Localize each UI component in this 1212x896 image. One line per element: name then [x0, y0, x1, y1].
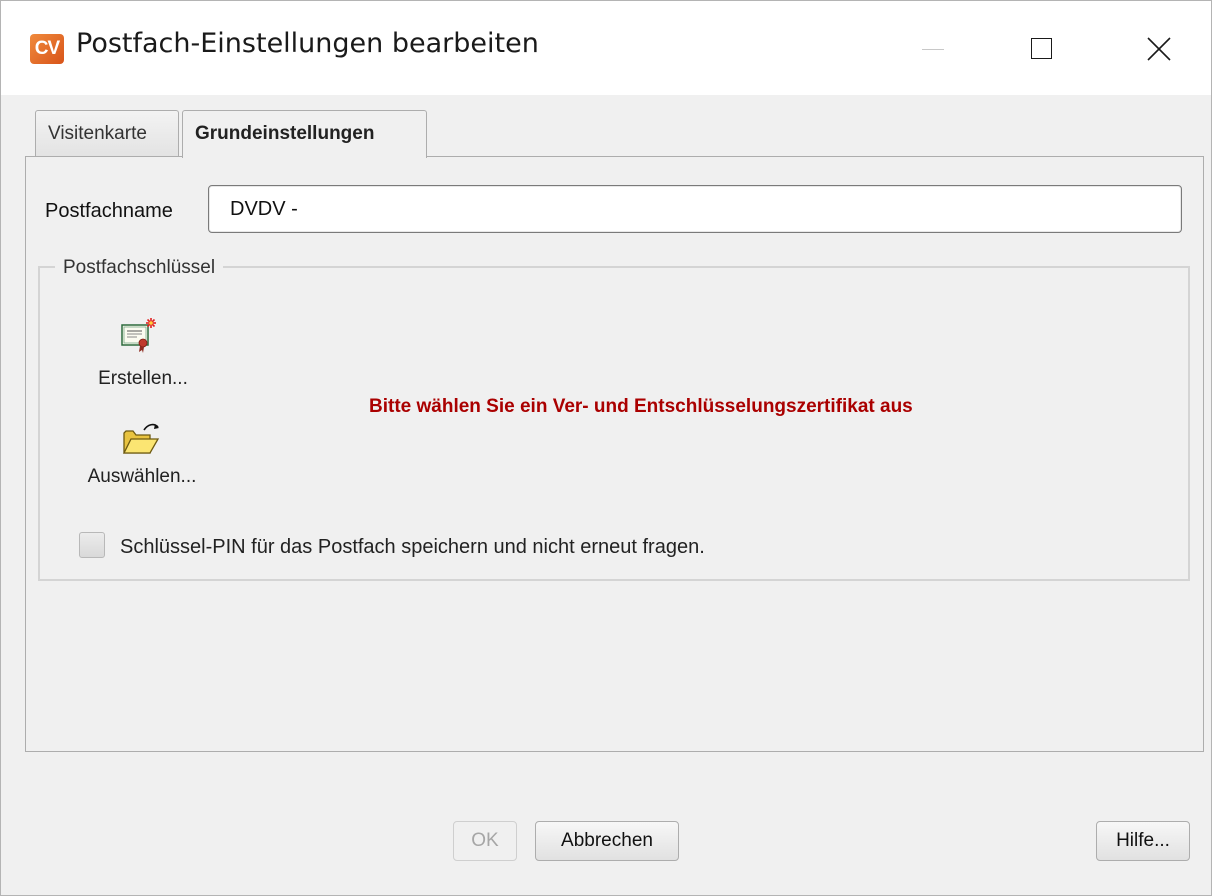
help-button[interactable]: Hilfe... — [1096, 821, 1190, 861]
select-key-label: Auswählen... — [87, 466, 197, 487]
select-key-button[interactable]: Auswählen... — [67, 419, 217, 491]
tab-grundeinstellungen[interactable]: Grundeinstellungen — [182, 110, 427, 158]
dialog-window: CV Postfach-Einstellungen bearbeiten Vis… — [0, 0, 1212, 896]
save-pin-label[interactable]: Schlüssel-PIN für das Postfach speichern… — [120, 536, 705, 559]
ok-button[interactable]: OK — [453, 821, 517, 861]
create-key-label: Erstellen... — [98, 368, 188, 389]
minimize-button[interactable] — [904, 23, 964, 75]
certificate-status-message: Bitte wählen Sie ein Ver- und Entschlüss… — [369, 396, 913, 417]
postfachname-label: Postfachname — [45, 200, 173, 222]
maximize-button[interactable] — [1011, 23, 1071, 75]
certificate-new-icon — [121, 318, 156, 353]
postfachschluessel-legend: Postfachschlüssel — [55, 257, 224, 279]
cancel-button[interactable]: Abbrechen — [535, 821, 679, 861]
create-key-button[interactable]: Erstellen... — [73, 313, 213, 397]
folder-open-icon — [122, 423, 160, 454]
title-bar[interactable]: CV Postfach-Einstellungen bearbeiten — [1, 1, 1211, 95]
postfachname-input[interactable] — [208, 185, 1182, 233]
cv-app-logo-icon: CV — [30, 34, 64, 64]
window-title: Postfach-Einstellungen bearbeiten — [76, 28, 539, 59]
close-icon — [1147, 37, 1171, 61]
save-pin-checkbox[interactable] — [79, 532, 105, 558]
close-button[interactable] — [1129, 23, 1189, 75]
tab-visitenkarte[interactable]: Visitenkarte — [35, 110, 179, 156]
